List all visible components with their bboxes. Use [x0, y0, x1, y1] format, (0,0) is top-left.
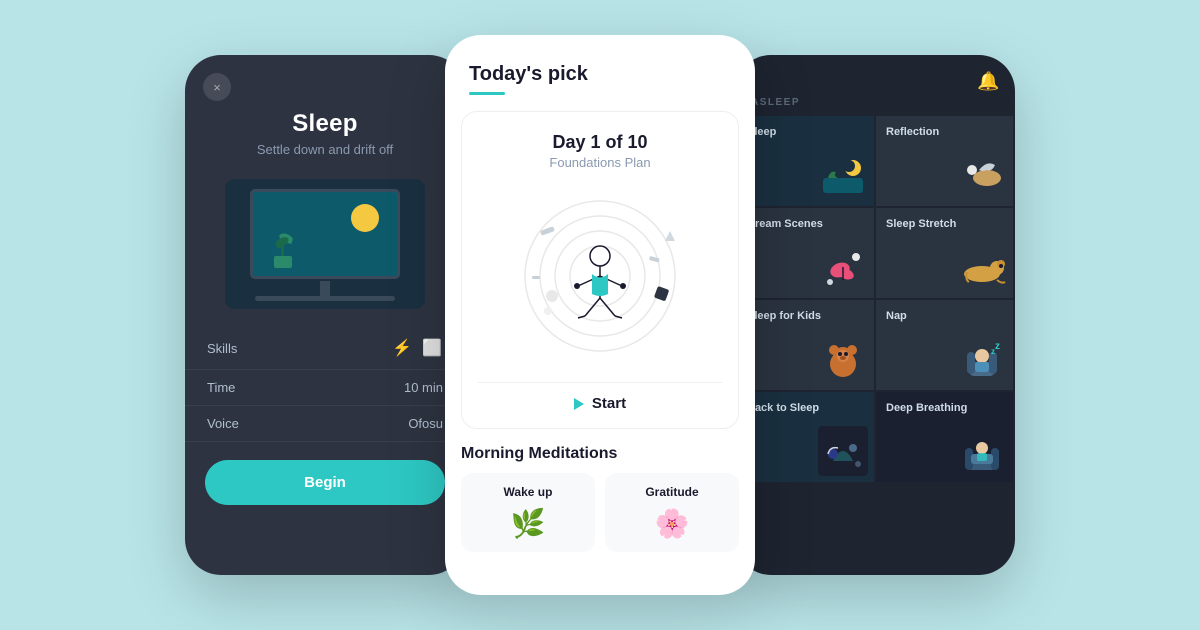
cell-back-sleep-title: Back to Sleep [747, 402, 864, 414]
cell-sleep-kids-title: Sleep for Kids [747, 310, 864, 322]
category-grid: Sleep Reflection Dream Scenes [735, 116, 1015, 482]
cell-sleep-stretch-icon [957, 242, 1007, 292]
morning-card-wakeup[interactable]: Wake up 🌿 [461, 473, 595, 552]
cell-nap-icon: z z [957, 334, 1007, 384]
left-phone: × Sleep Settle down and drift off Skills… [185, 55, 465, 575]
grid-cell-sleep-kids[interactable]: Sleep for Kids [737, 300, 874, 390]
cell-reflection-icon [957, 150, 1007, 200]
voice-label: Voice [207, 416, 239, 431]
start-label: Start [592, 395, 626, 412]
day-card: Day 1 of 10 Foundations Plan [461, 111, 739, 429]
cell-sleep-kids-icon [818, 334, 868, 384]
time-label: Time [207, 380, 235, 395]
morning-section: Morning Meditations Wake up 🌿 Gratitude … [445, 429, 755, 552]
meditation-illustration [510, 186, 690, 366]
svg-text:z: z [995, 341, 1000, 352]
cell-reflection-title: Reflection [886, 126, 1003, 138]
begin-button[interactable]: Begin [205, 460, 445, 505]
info-rows: Skills ⚡ ⬜ Time 10 min Voice Ofosu [185, 327, 465, 442]
voice-value: Ofosu [408, 416, 443, 431]
wakeup-icon: 🌿 [471, 507, 585, 540]
sleep-illustration [225, 179, 425, 309]
cell-dream-title: Dream Scenes [747, 218, 864, 230]
gratitude-title: Gratitude [615, 485, 729, 499]
gratitude-icon: 🌸 [615, 507, 729, 540]
grid-cell-dream-scenes[interactable]: Dream Scenes [737, 208, 874, 298]
teal-accent-line [469, 92, 505, 95]
grid-cell-back-to-sleep[interactable]: Back to Sleep [737, 392, 874, 482]
cell-deep-breathing-icon [957, 426, 1007, 476]
todays-pick-title: Today's pick [469, 63, 731, 86]
sleep-subtitle: Settle down and drift off [185, 142, 465, 157]
grid-cell-sleep-stretch[interactable]: Sleep Stretch [876, 208, 1013, 298]
skills-label: Skills [207, 341, 237, 356]
morning-cards-container: Wake up 🌿 Gratitude 🌸 [461, 473, 739, 552]
morning-card-gratitude[interactable]: Gratitude 🌸 [605, 473, 739, 552]
voice-row: Voice Ofosu [185, 406, 465, 442]
grid-cell-nap[interactable]: Nap z z [876, 300, 1013, 390]
center-phone: Today's pick Day 1 of 10 Foundations Pla… [445, 35, 755, 595]
morning-title: Morning Meditations [461, 445, 739, 463]
play-icon [574, 398, 584, 410]
cell-nap-title: Nap [886, 310, 1003, 322]
cell-back-sleep-icon [818, 426, 868, 476]
cell-deep-breathing-title: Deep Breathing [886, 402, 1003, 414]
skill-icon-2: ⬜ [421, 337, 443, 359]
section-label: ASLEEP [735, 93, 1015, 116]
grid-cell-sleep[interactable]: Sleep [737, 116, 874, 206]
skill-icon-1: ⚡ [391, 337, 413, 359]
notification-bell-icon[interactable]: 🔔 [977, 71, 999, 93]
cell-sleep-stretch-title: Sleep Stretch [886, 218, 1003, 230]
card-plan-label: Foundations Plan [478, 155, 722, 170]
skills-row: Skills ⚡ ⬜ [185, 327, 465, 370]
right-phone: 🔔 ASLEEP Sleep Reflection Dream Sce [735, 55, 1015, 575]
grid-cell-reflection[interactable]: Reflection [876, 116, 1013, 206]
time-value: 10 min [404, 380, 443, 395]
close-button[interactable]: × [203, 73, 231, 101]
cell-dream-icon [818, 242, 868, 292]
skills-icons: ⚡ ⬜ [391, 337, 443, 359]
cell-sleep-title: Sleep [747, 126, 864, 138]
top-bar: 🔔 [735, 55, 1015, 93]
grid-cell-deep-breathing[interactable]: Deep Breathing [876, 392, 1013, 482]
wakeup-title: Wake up [471, 485, 585, 499]
todays-pick-header: Today's pick [445, 35, 755, 95]
close-icon: × [213, 80, 221, 95]
start-button[interactable]: Start [478, 382, 722, 412]
card-day-label: Day 1 of 10 [478, 132, 722, 153]
cell-sleep-icon [818, 150, 868, 200]
time-row: Time 10 min [185, 370, 465, 406]
